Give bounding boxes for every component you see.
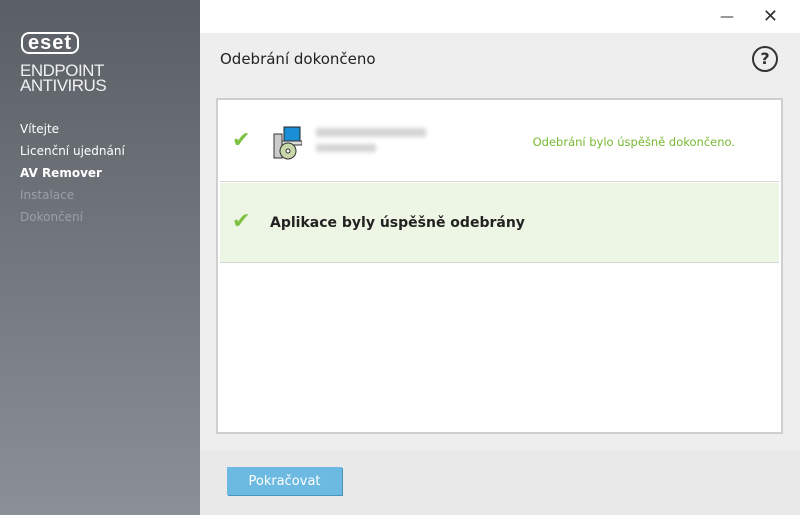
step-vitejte: Vítejte [20,122,60,136]
check-icon: ✔ [232,128,251,153]
sidebar: eset ENDPOINT ANTIVIRUS Vítejte Licenční … [0,0,200,515]
step-dokonceni: Dokončení [20,210,83,224]
title-bar: — ✕ [200,0,800,33]
wizard-steps: Vítejte Licenční ujednání AV Remover Ins… [20,121,125,231]
results-list: ✔ Odebrání bylo úspěšně dokončeno. ✔ Apl… [216,98,783,434]
eset-logo: eset [21,32,80,54]
continue-button[interactable]: Pokračovat [227,467,342,495]
blurred-app-name [316,128,426,137]
minimize-button[interactable]: — [720,9,734,25]
close-button[interactable]: ✕ [763,6,778,27]
list-item: ✔ Odebrání bylo úspěšně dokončeno. [220,100,779,182]
summary-row: ✔ Aplikace byly úspěšně odebrány [220,183,779,263]
step-instalace: Instalace [20,188,75,202]
installer-icon [273,126,302,160]
page-header: Odebrání dokončeno ? [200,33,800,83]
summary-text: Aplikace byly úspěšně odebrány [270,215,525,231]
step-licence: Licenční ujednání [20,144,125,158]
content: ✔ Odebrání bylo úspěšně dokončeno. ✔ Apl… [200,83,800,450]
help-button[interactable]: ? [752,46,778,72]
blurred-app-version [316,144,376,152]
product-name: ENDPOINT ANTIVIRUS [20,61,107,95]
footer: Pokračovat [200,450,800,515]
step-av-remover: AV Remover [20,166,102,180]
item-status: Odebrání bylo úspěšně dokončeno. [532,135,735,149]
page-title: Odebrání dokončeno [220,50,376,68]
check-icon: ✔ [232,209,251,234]
